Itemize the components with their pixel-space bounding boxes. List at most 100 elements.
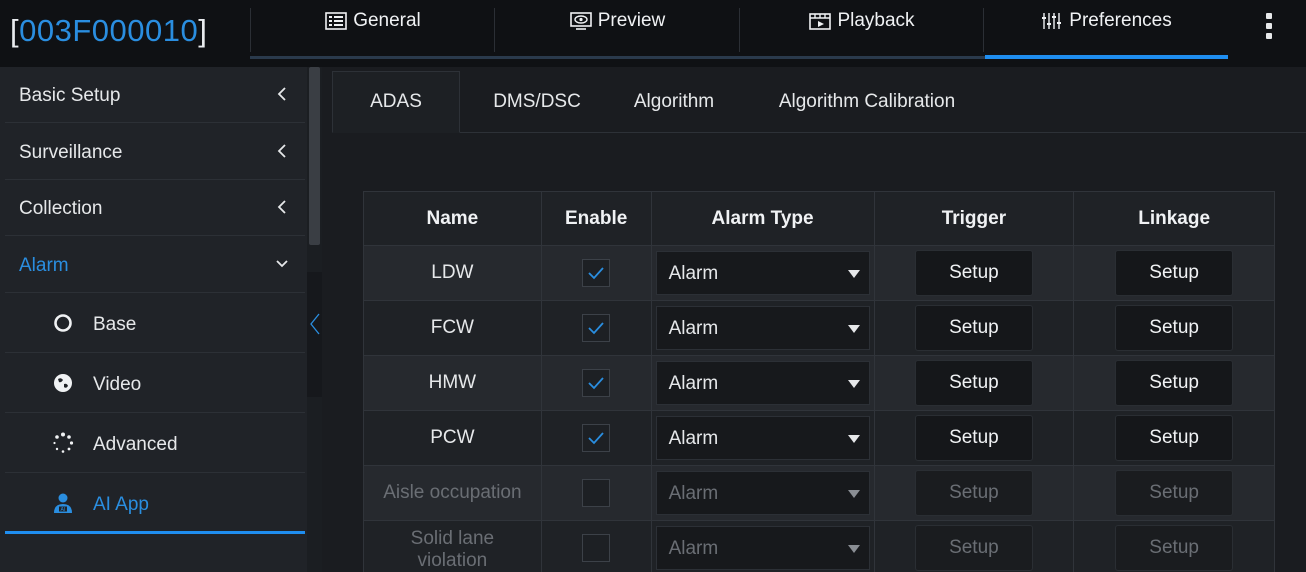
sidebar-subitem-video[interactable]: Video: [5, 354, 305, 413]
circle-icon: [54, 314, 72, 332]
general-icon: [325, 12, 347, 30]
table-row: Aisle occupation Alarm Setup Setup: [363, 465, 1275, 521]
alarm-type-select[interactable]: Alarm: [655, 306, 870, 350]
sidebar-subitem-advanced[interactable]: Advanced: [5, 414, 305, 473]
enable-cell: [540, 520, 652, 572]
tab-label: DMS/DSC: [493, 91, 581, 112]
sidebar-subitem-label: Video: [93, 374, 142, 395]
enable-cell: [540, 355, 652, 411]
alarm-type-cell: Alarm: [650, 245, 875, 301]
row-name: Aisle occupation: [363, 465, 542, 521]
chevron-left-icon: [310, 313, 320, 335]
table-row: Solid lane violation Alarm Setup Setup: [363, 520, 1275, 572]
linkage-cell: Setup: [1073, 300, 1275, 356]
enable-checkbox[interactable]: [582, 424, 611, 452]
alarm-type-select[interactable]: Alarm: [655, 471, 870, 515]
linkage-setup-button[interactable]: Setup: [1115, 415, 1234, 461]
top-bar: [003F000010] General Preview Playback Pr…: [0, 0, 1306, 67]
device-id-title: [003F000010]: [10, 13, 207, 49]
sidebar-subitem-label: Advanced: [93, 434, 178, 455]
tab-playback[interactable]: Playback: [741, 10, 983, 56]
sub-tab-bar: ADAS DMS/DSC Algorithm Algorithm Calibra…: [332, 71, 1306, 133]
trigger-setup-button[interactable]: Setup: [914, 360, 1033, 406]
enable-checkbox[interactable]: [582, 534, 611, 562]
alarm-type-value: Alarm: [668, 318, 719, 339]
linkage-cell: Setup: [1073, 465, 1275, 521]
dropdown-arrow-icon: [847, 380, 860, 388]
trigger-setup-button[interactable]: Setup: [914, 525, 1033, 571]
sidebar-item-label: Collection: [19, 198, 103, 219]
sidebar-selected-indicator: [5, 531, 305, 534]
enable-checkbox[interactable]: [582, 259, 611, 287]
alarm-type-select[interactable]: Alarm: [655, 526, 870, 570]
sidebar-subitem-ai-app[interactable]: AI AI App: [5, 474, 305, 533]
alarm-type-value: Alarm: [668, 373, 719, 394]
sidebar-collapse-handle[interactable]: [307, 272, 322, 397]
sidebar-item-label: Surveillance: [19, 142, 123, 163]
linkage-cell: Setup: [1073, 410, 1275, 466]
sidebar-subitem-base[interactable]: Base: [5, 294, 305, 353]
enable-checkbox[interactable]: [582, 369, 611, 397]
trigger-setup-button[interactable]: Setup: [914, 305, 1033, 351]
linkage-setup-button[interactable]: Setup: [1115, 305, 1234, 351]
table-row: HMW Alarm Setup Setup: [363, 355, 1275, 411]
chevron-left-icon: [277, 144, 286, 158]
column-header-linkage: Linkage: [1073, 191, 1275, 246]
alarm-type-select[interactable]: Alarm: [655, 361, 870, 405]
table-header-row: Name Enable Alarm Type Trigger Linkage: [363, 191, 1275, 246]
dots-spinner-icon: [53, 432, 74, 453]
table-row: PCW Alarm Setup Setup: [363, 410, 1275, 466]
alarm-type-cell: Alarm: [650, 300, 875, 356]
sidebar-item-surveillance[interactable]: Surveillance: [5, 124, 305, 180]
ai-user-icon: AI: [54, 493, 72, 513]
checkmark-icon: [588, 322, 604, 335]
kebab-menu-icon[interactable]: [1264, 13, 1274, 43]
alarm-type-value: Alarm: [668, 483, 719, 504]
trigger-setup-button[interactable]: Setup: [914, 250, 1033, 296]
tab-dms-dsc[interactable]: DMS/DSC: [472, 71, 602, 133]
alarm-type-select[interactable]: Alarm: [655, 251, 870, 295]
table-row: LDW Alarm Setup Setup: [363, 245, 1275, 301]
dropdown-arrow-icon: [847, 270, 860, 278]
sidebar-scroll-thumb[interactable]: [309, 67, 320, 245]
linkage-cell: Setup: [1073, 355, 1275, 411]
tab-label: ADAS: [370, 91, 422, 112]
chevron-down-icon: [276, 260, 288, 268]
linkage-setup-button[interactable]: Setup: [1115, 250, 1234, 296]
enable-checkbox[interactable]: [582, 479, 611, 507]
dropdown-arrow-icon: [847, 490, 860, 498]
trigger-setup-button[interactable]: Setup: [914, 415, 1033, 461]
enable-cell: [540, 245, 652, 301]
alarm-type-select[interactable]: Alarm: [655, 416, 870, 460]
trigger-cell: Setup: [873, 245, 1075, 301]
linkage-setup-button[interactable]: Setup: [1115, 360, 1234, 406]
tab-algorithm[interactable]: Algorithm: [614, 71, 734, 133]
tab-algorithm-calibration[interactable]: Algorithm Calibration: [752, 71, 982, 133]
bracket-close: ]: [198, 13, 208, 48]
enable-cell: [540, 465, 652, 521]
active-tab-indicator: [985, 55, 1228, 59]
sidebar-item-collection[interactable]: Collection: [5, 180, 305, 236]
sidebar-subitem-label: AI App: [93, 494, 149, 515]
tab-separator: [494, 8, 495, 52]
chevron-left-icon: [277, 87, 286, 101]
linkage-setup-button[interactable]: Setup: [1115, 525, 1234, 571]
tab-preferences[interactable]: Preferences: [985, 10, 1228, 56]
table-body: LDW Alarm Setup Setup FCW Alarm Setup Se…: [363, 245, 1275, 572]
sidebar-item-alarm[interactable]: Alarm: [5, 237, 305, 293]
device-id-value: 003F000010: [19, 13, 199, 48]
sidebar-item-basic-setup[interactable]: Basic Setup: [5, 67, 305, 123]
tab-general[interactable]: General: [252, 10, 494, 56]
playback-icon: [809, 12, 832, 30]
tab-preview[interactable]: Preview: [496, 10, 739, 56]
svg-text:AI: AI: [61, 507, 66, 513]
trigger-setup-button[interactable]: Setup: [914, 470, 1033, 516]
enable-checkbox[interactable]: [582, 314, 611, 342]
trigger-cell: Setup: [873, 410, 1075, 466]
linkage-setup-button[interactable]: Setup: [1115, 470, 1234, 516]
row-name: PCW: [363, 410, 542, 466]
tab-adas[interactable]: ADAS: [332, 71, 460, 133]
chevron-left-icon: [277, 200, 286, 214]
dropdown-arrow-icon: [847, 545, 860, 553]
linkage-cell: Setup: [1073, 245, 1275, 301]
